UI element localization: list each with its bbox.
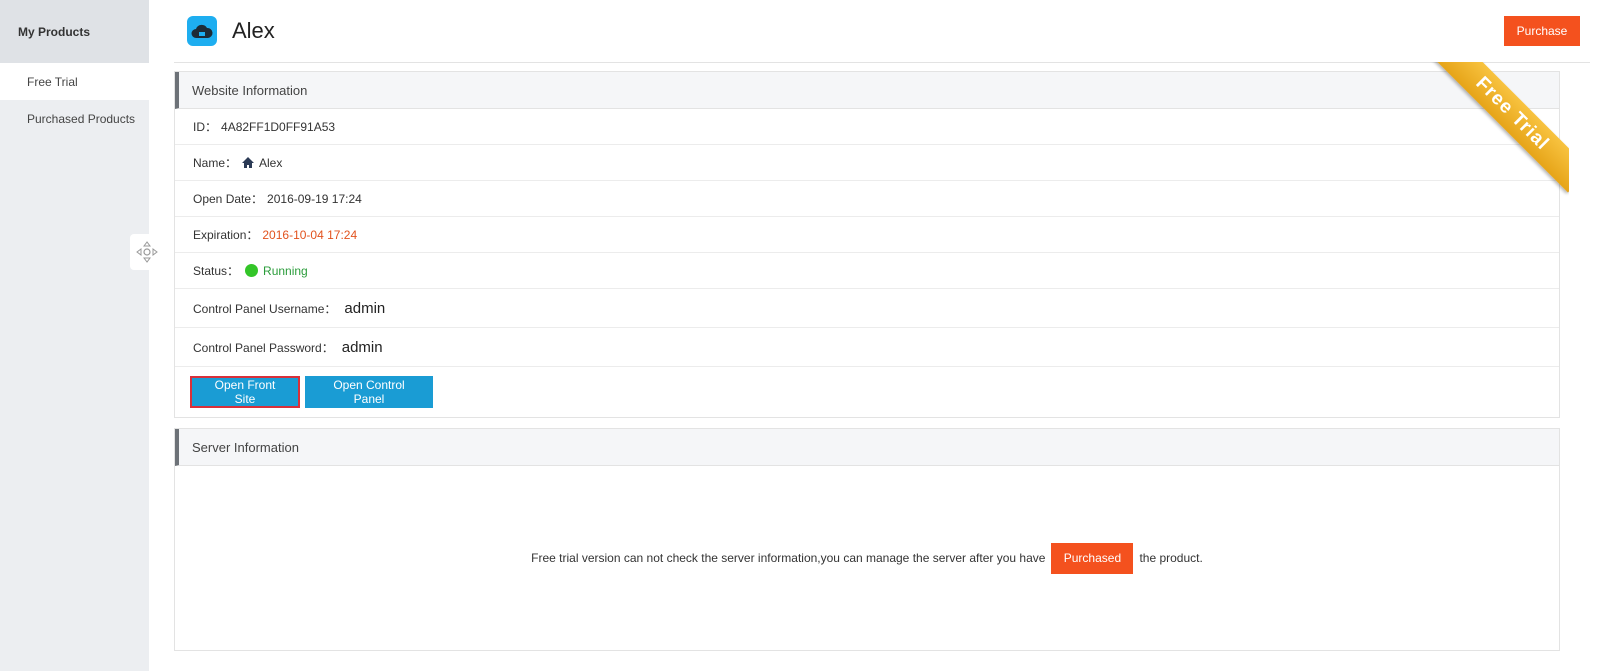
status-dot-icon bbox=[245, 264, 259, 277]
sidebar-item-free-trial[interactable]: Free Trial bbox=[0, 63, 149, 100]
purchase-button[interactable]: Purchase bbox=[1504, 16, 1580, 46]
server-message-before: Free trial version can not check the ser… bbox=[531, 551, 1046, 565]
open-control-panel-button[interactable]: Open Control Panel bbox=[305, 376, 433, 408]
open-front-site-button[interactable]: Open Front Site bbox=[190, 376, 300, 408]
cp-password-label: Control Panel Password： bbox=[193, 340, 334, 355]
main-content: Alex Purchase Website Information Free T… bbox=[174, 0, 1590, 671]
ribbon-label: Free Trial bbox=[1433, 62, 1569, 193]
sidebar: My Products Free Trial Purchased Product… bbox=[0, 0, 149, 671]
server-info-panel: Server Information Free trial version ca… bbox=[174, 428, 1560, 651]
website-info-title: Website Information bbox=[175, 72, 1559, 109]
name-label: Name： bbox=[193, 156, 238, 170]
open-date-row: Open Date： 2016-09-19 17:24 bbox=[175, 181, 1559, 217]
open-date-value: 2016-09-19 17:24 bbox=[267, 191, 362, 206]
name-row: Name： Alex bbox=[175, 145, 1559, 181]
open-date-label: Open Date： bbox=[193, 192, 264, 206]
status-label: Status： bbox=[193, 264, 240, 278]
status-value: Running bbox=[263, 263, 308, 278]
cloud-icon bbox=[187, 16, 217, 46]
id-label: ID： bbox=[193, 120, 218, 134]
page-title: Alex bbox=[232, 18, 275, 43]
sidebar-item-purchased-products[interactable]: Purchased Products bbox=[0, 100, 149, 137]
cp-username-value: admin bbox=[344, 299, 386, 317]
id-value: 4A82FF1D0FF91A53 bbox=[221, 119, 336, 134]
cp-password-value: admin bbox=[341, 338, 383, 356]
server-info-title: Server Information bbox=[175, 429, 1559, 466]
server-info-message: Free trial version can not check the ser… bbox=[175, 466, 1559, 650]
server-message-after: the product. bbox=[1139, 551, 1203, 565]
id-row: ID： 4A82FF1D0FF91A53 bbox=[175, 109, 1559, 145]
sidebar-title: My Products bbox=[0, 0, 149, 63]
expiration-row: Expiration： 2016-10-04 17:24 bbox=[175, 217, 1559, 253]
website-info-panel: Website Information Free Trial ID： 4A82F… bbox=[174, 62, 1569, 418]
purchased-button[interactable]: Purchased bbox=[1051, 542, 1134, 574]
free-trial-ribbon: Free Trial bbox=[1429, 62, 1569, 202]
name-value: Alex bbox=[259, 155, 283, 170]
cp-username-row: Control Panel Username： admin bbox=[175, 289, 1559, 328]
action-buttons: Open Front Site Open Control Panel bbox=[175, 367, 1559, 417]
move-handle-icon[interactable] bbox=[130, 234, 164, 270]
home-icon bbox=[241, 156, 255, 169]
expiration-value: 2016-10-04 17:24 bbox=[262, 227, 358, 242]
status-row: Status： Running bbox=[175, 253, 1559, 289]
expiration-label: Expiration： bbox=[193, 228, 259, 242]
cp-username-label: Control Panel Username： bbox=[193, 301, 337, 316]
cp-password-row: Control Panel Password： admin bbox=[175, 328, 1559, 367]
page-header: Alex Purchase bbox=[174, 0, 1590, 63]
